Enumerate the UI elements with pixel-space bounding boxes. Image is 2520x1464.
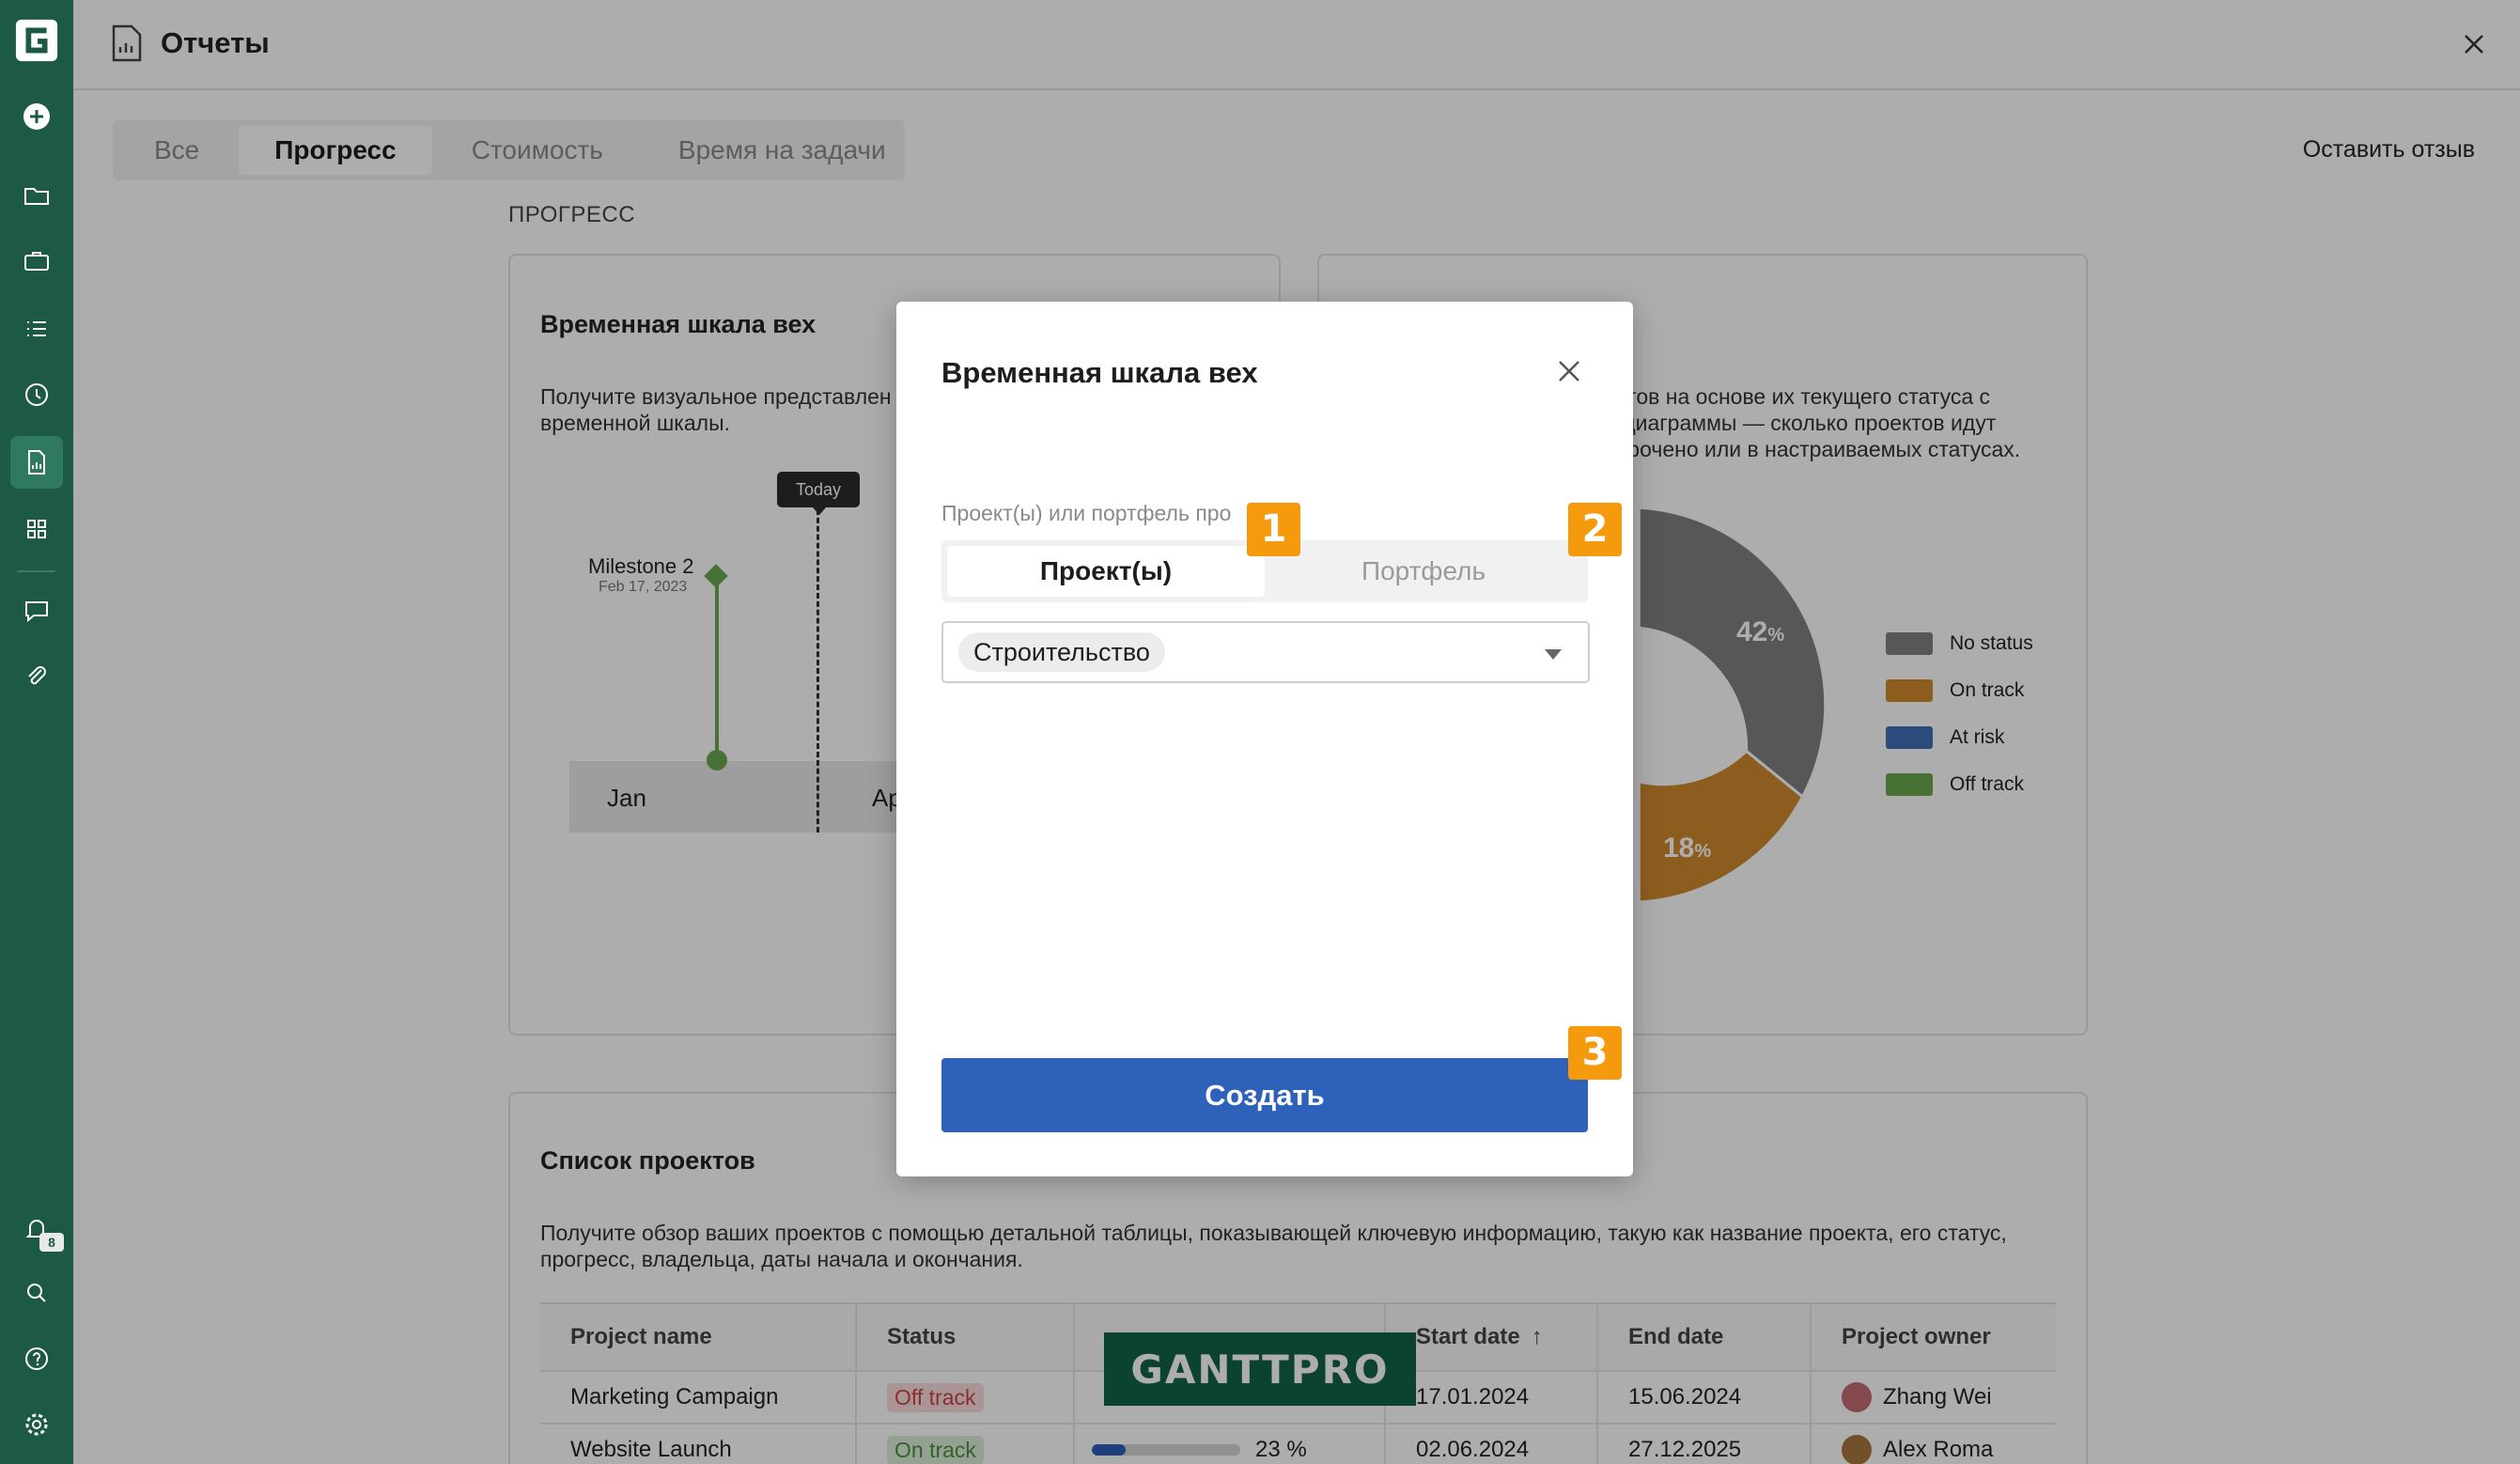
project-select[interactable]: Строительство (941, 621, 1590, 683)
annotation-marker-3: 3 (1568, 1026, 1622, 1080)
annotation-marker-2: 2 (1568, 503, 1622, 556)
apps-icon[interactable] (18, 510, 55, 548)
left-rail: 8 (0, 0, 73, 1464)
selected-project-chip[interactable]: Строительство (958, 632, 1165, 672)
source-field-label: Проект(ы) или портфель про (941, 501, 1232, 525)
clock-icon[interactable] (18, 376, 55, 413)
list-icon[interactable] (18, 310, 55, 348)
attachment-icon[interactable] (18, 658, 55, 695)
notification-badge: 8 (39, 1233, 64, 1252)
help-icon[interactable] (18, 1340, 55, 1378)
ganttpro-logo-icon[interactable] (13, 17, 60, 64)
modal-title: Временная шкала вех (941, 356, 1258, 389)
annotation-marker-1: 1 (1247, 503, 1300, 556)
search-icon[interactable] (18, 1274, 55, 1312)
chevron-down-icon[interactable] (1545, 649, 1562, 660)
add-icon[interactable] (18, 98, 55, 135)
close-icon[interactable] (1552, 354, 1586, 388)
create-button[interactable]: Создать (941, 1058, 1588, 1132)
portfolio-icon[interactable] (18, 242, 55, 280)
milestone-timeline-modal: Временная шкала вех Проект(ы) или портфе… (896, 302, 1633, 1176)
reports-icon[interactable] (10, 436, 63, 489)
segment-projects[interactable]: Проект(ы) (947, 546, 1265, 597)
settings-gear-icon[interactable] (18, 1406, 55, 1443)
folder-icon[interactable] (18, 177, 55, 214)
chat-icon[interactable] (18, 592, 55, 630)
segment-portfolio[interactable]: Портфель (1265, 546, 1582, 597)
rail-divider (18, 570, 55, 572)
